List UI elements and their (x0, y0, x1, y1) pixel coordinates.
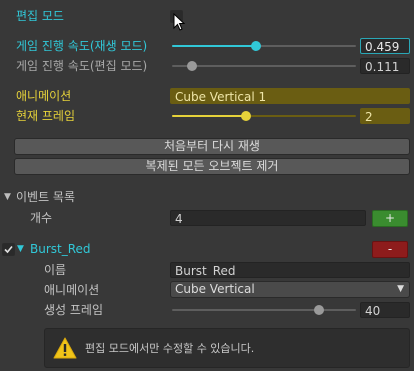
event-foldout-icon[interactable]: ▼ (17, 241, 24, 257)
game-speed-play-slider[interactable] (172, 41, 356, 51)
warning-box: 편집 모드에서만 수정할 수 있습니다. (44, 328, 410, 368)
remove-clones-button[interactable]: 복제된 모든 오브젝트 제거 (14, 158, 410, 175)
event-animation-dropdown[interactable]: Cube Vertical ▼ (170, 281, 410, 298)
animation-field[interactable]: Cube Vertical 1 (170, 88, 410, 104)
event-list-foldout-icon[interactable]: ▼ (4, 189, 11, 205)
current-frame-label: 현재 프레임 (16, 109, 76, 123)
event-count-label: 개수 (30, 211, 53, 225)
warning-text: 편집 모드에서만 수정할 수 있습니다. (85, 342, 255, 355)
event-name-label: 이름 (44, 263, 67, 277)
game-speed-edit-value[interactable]: 0.111 (360, 58, 410, 74)
event-list-label: 이벤트 목록 (16, 190, 76, 204)
warning-icon (53, 337, 77, 359)
event-enabled-checkbox[interactable] (2, 243, 15, 256)
checkmark-icon (4, 245, 13, 254)
game-speed-play-label: 게임 진행 속도(재생 모드) (16, 39, 148, 53)
event-title: Burst_Red (30, 242, 91, 256)
remove-event-button[interactable]: - (372, 241, 408, 258)
event-animation-value: Cube Vertical (175, 282, 255, 296)
spawn-frame-label: 생성 프레임 (44, 303, 104, 317)
event-animation-label: 애니메이션 (44, 283, 100, 297)
game-speed-edit-slider[interactable] (172, 61, 356, 71)
current-frame-slider[interactable] (172, 111, 356, 121)
event-name-field[interactable]: Burst_Red (170, 262, 410, 278)
dropdown-arrow-icon: ▼ (397, 284, 404, 294)
animation-label: 애니메이션 (16, 89, 72, 103)
edit-mode-label: 편집 모드 (16, 9, 64, 23)
replay-button[interactable]: 처음부터 다시 재생 (14, 138, 410, 155)
add-event-button[interactable]: + (372, 210, 408, 227)
current-frame-value[interactable]: 2 (360, 108, 410, 124)
game-speed-play-value[interactable]: 0.459 (360, 38, 410, 54)
event-count-field[interactable]: 4 (170, 210, 366, 226)
mouse-cursor-icon (173, 13, 186, 31)
spawn-frame-value[interactable]: 40 (360, 302, 410, 318)
game-speed-edit-label: 게임 진행 속도(편집 모드) (16, 59, 148, 73)
spawn-frame-slider[interactable] (172, 305, 356, 315)
